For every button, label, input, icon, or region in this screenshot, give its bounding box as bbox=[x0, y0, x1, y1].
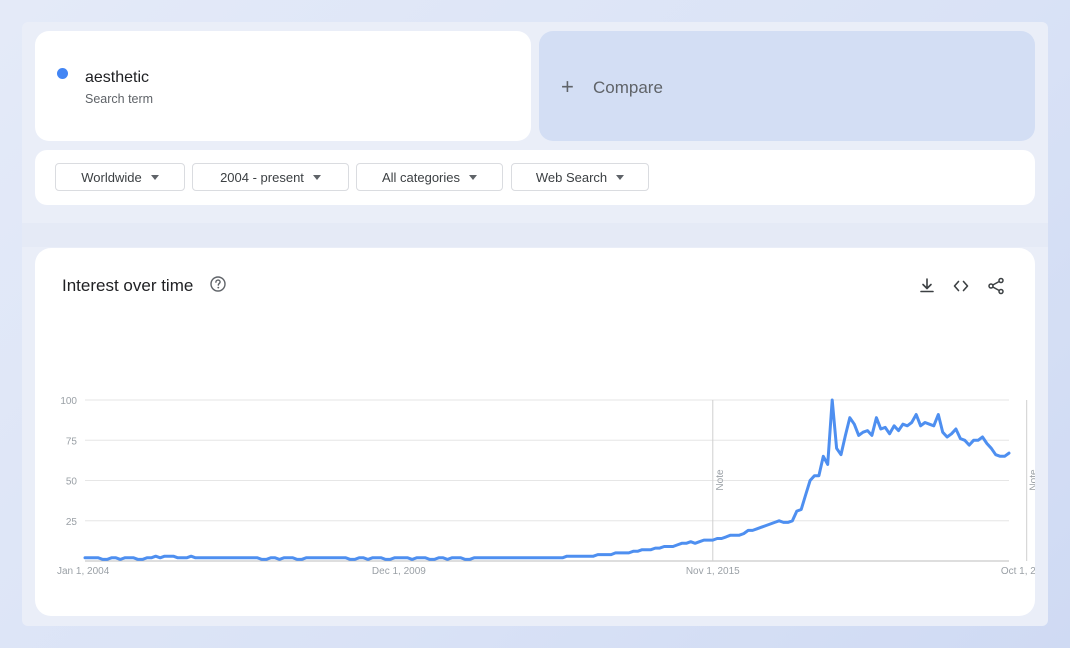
explore-panel: aesthetic Search term + Compare Worldwid… bbox=[22, 22, 1048, 626]
search-term-subtitle: Search term bbox=[85, 92, 154, 106]
caret-down-icon bbox=[616, 174, 625, 180]
compare-button[interactable]: + Compare bbox=[539, 31, 1035, 141]
region-dropdown-label: Worldwide bbox=[81, 169, 142, 185]
time-range-dropdown[interactable]: 2004 - present bbox=[192, 163, 349, 191]
caret-down-icon bbox=[469, 174, 478, 180]
note-annotation-label: Note bbox=[715, 469, 726, 491]
note-annotation-label: Note bbox=[1029, 469, 1035, 491]
caret-down-icon bbox=[312, 174, 321, 180]
compare-label: Compare bbox=[593, 78, 663, 97]
category-dropdown[interactable]: All categories bbox=[356, 163, 503, 191]
interest-line-chart: 100 75 50 25 Note Note Jan 1, 2004 Dec 1, 2009 N… bbox=[57, 396, 1035, 577]
x-tick-label: Nov 1, 2015 bbox=[686, 566, 740, 577]
search-term-card[interactable]: aesthetic Search term bbox=[35, 31, 531, 141]
filter-bar: Worldwide 2004 - present All categories … bbox=[35, 150, 1035, 205]
x-tick-label: Oct 1, 2021 bbox=[1001, 566, 1035, 577]
interest-over-time-card: Interest over time 100 75 50 25 Note Note Jan … bbox=[35, 248, 1035, 616]
region-dropdown[interactable]: Worldwide bbox=[55, 163, 185, 191]
x-tick-label: Dec 1, 2009 bbox=[372, 566, 426, 577]
time-range-dropdown-label: 2004 - present bbox=[220, 169, 304, 185]
series-color-dot bbox=[57, 68, 68, 79]
section-divider bbox=[22, 223, 1048, 247]
y-tick-label: 50 bbox=[66, 477, 78, 488]
caret-down-icon bbox=[150, 174, 159, 180]
series-line-aesthetic bbox=[83, 398, 1011, 561]
search-term-name[interactable]: aesthetic bbox=[85, 69, 149, 87]
category-dropdown-label: All categories bbox=[381, 169, 461, 185]
x-tick-label: Jan 1, 2004 bbox=[57, 566, 110, 577]
search-type-dropdown[interactable]: Web Search bbox=[511, 163, 649, 191]
plus-icon: + bbox=[561, 74, 574, 99]
search-type-dropdown-label: Web Search bbox=[535, 169, 608, 185]
y-tick-label: 25 bbox=[66, 517, 78, 528]
y-tick-label: 100 bbox=[60, 396, 77, 407]
y-tick-label: 75 bbox=[66, 436, 78, 447]
